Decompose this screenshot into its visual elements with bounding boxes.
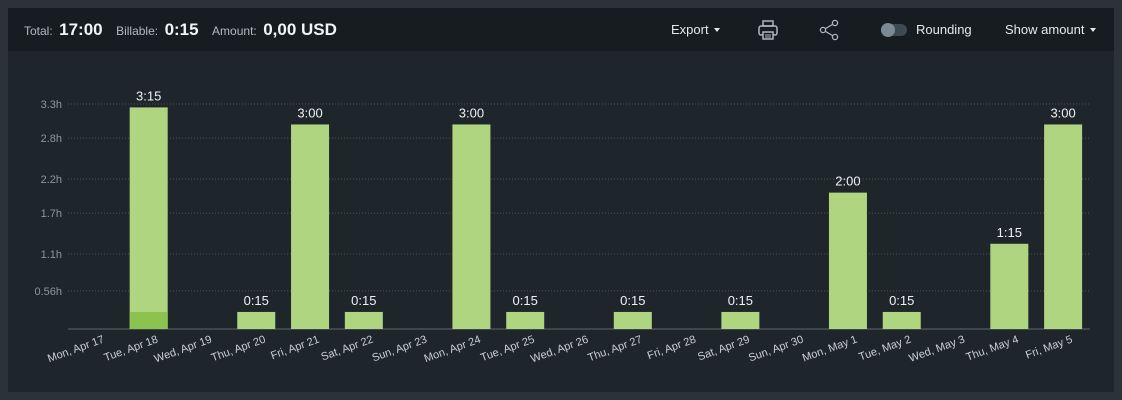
bar	[990, 243, 1029, 329]
y-tick-label: 0.56h	[34, 286, 62, 298]
x-tick-label: Sun, Apr 23	[371, 334, 429, 365]
y-tick-label: 1.7h	[41, 208, 62, 220]
bar	[506, 311, 545, 329]
x-tick-label: Sat, Apr 29	[696, 334, 751, 364]
x-tick-label: Fri, Apr 21	[269, 334, 321, 363]
bar	[129, 107, 168, 329]
bar-value-label: 0:15	[728, 293, 753, 308]
x-tick-label: Tue, Apr 18	[103, 334, 160, 365]
bar	[721, 311, 760, 329]
y-tick-label: 2.8h	[41, 133, 62, 145]
bar	[828, 192, 867, 329]
bar-chart: 0.56h 1.1h 1.7h 2.2h 2.8h 3.3h Mon, Apr 17 3:15…	[34, 88, 1090, 366]
x-tick-label: Wed, May 3	[907, 334, 966, 365]
bar	[291, 124, 330, 329]
bar-value-label: 0:15	[244, 293, 269, 308]
report-panel: Total: 17:00 Billable: 0:15 Amount: 0,00…	[8, 8, 1114, 392]
billable-bar-segment	[129, 311, 168, 329]
bar-value-label: 3:00	[297, 105, 322, 120]
y-tick-label: 1.1h	[41, 249, 62, 261]
bar-value-label: 2:00	[835, 174, 860, 189]
bar-value-label: 1:15	[997, 225, 1022, 240]
x-tick-label: Fri, May 5	[1024, 334, 1074, 362]
bar	[452, 124, 491, 329]
x-tick-label: Thu, Apr 20	[210, 334, 268, 365]
bar	[1044, 124, 1083, 329]
bar-value-label: 0:15	[351, 293, 376, 308]
bar-value-label: 0:15	[889, 293, 914, 308]
x-tick-label: Mon, Apr 17	[46, 334, 106, 366]
bar	[613, 311, 652, 329]
bar-value-label: 3:15	[136, 88, 161, 103]
x-tick-label: Fri, Apr 28	[646, 334, 698, 363]
bar	[344, 311, 383, 329]
bar-value-label: 0:15	[513, 293, 538, 308]
x-tick-label: Wed, Apr 19	[153, 334, 214, 366]
bar-value-label: 3:00	[1050, 105, 1075, 120]
x-tick-label: Mon, May 1	[801, 334, 859, 365]
x-tick-label: Sun, Apr 30	[747, 334, 805, 365]
y-tick-label: 3.3h	[41, 99, 62, 111]
x-tick-label: Thu, Apr 27	[586, 334, 644, 365]
x-tick-label: Wed, Apr 26	[529, 334, 590, 366]
bar	[882, 311, 921, 329]
x-tick-label: Thu, May 4	[965, 334, 1021, 364]
bar-value-label: 3:00	[459, 105, 484, 120]
y-tick-label: 2.2h	[41, 174, 62, 186]
x-tick-label: Tue, Apr 25	[479, 334, 536, 365]
x-tick-label: Sat, Apr 22	[320, 334, 375, 364]
x-tick-label: Tue, May 2	[857, 334, 912, 364]
bar-value-label: 0:15	[620, 293, 645, 308]
bar	[237, 311, 276, 329]
x-tick-label: Mon, Apr 24	[423, 334, 483, 366]
